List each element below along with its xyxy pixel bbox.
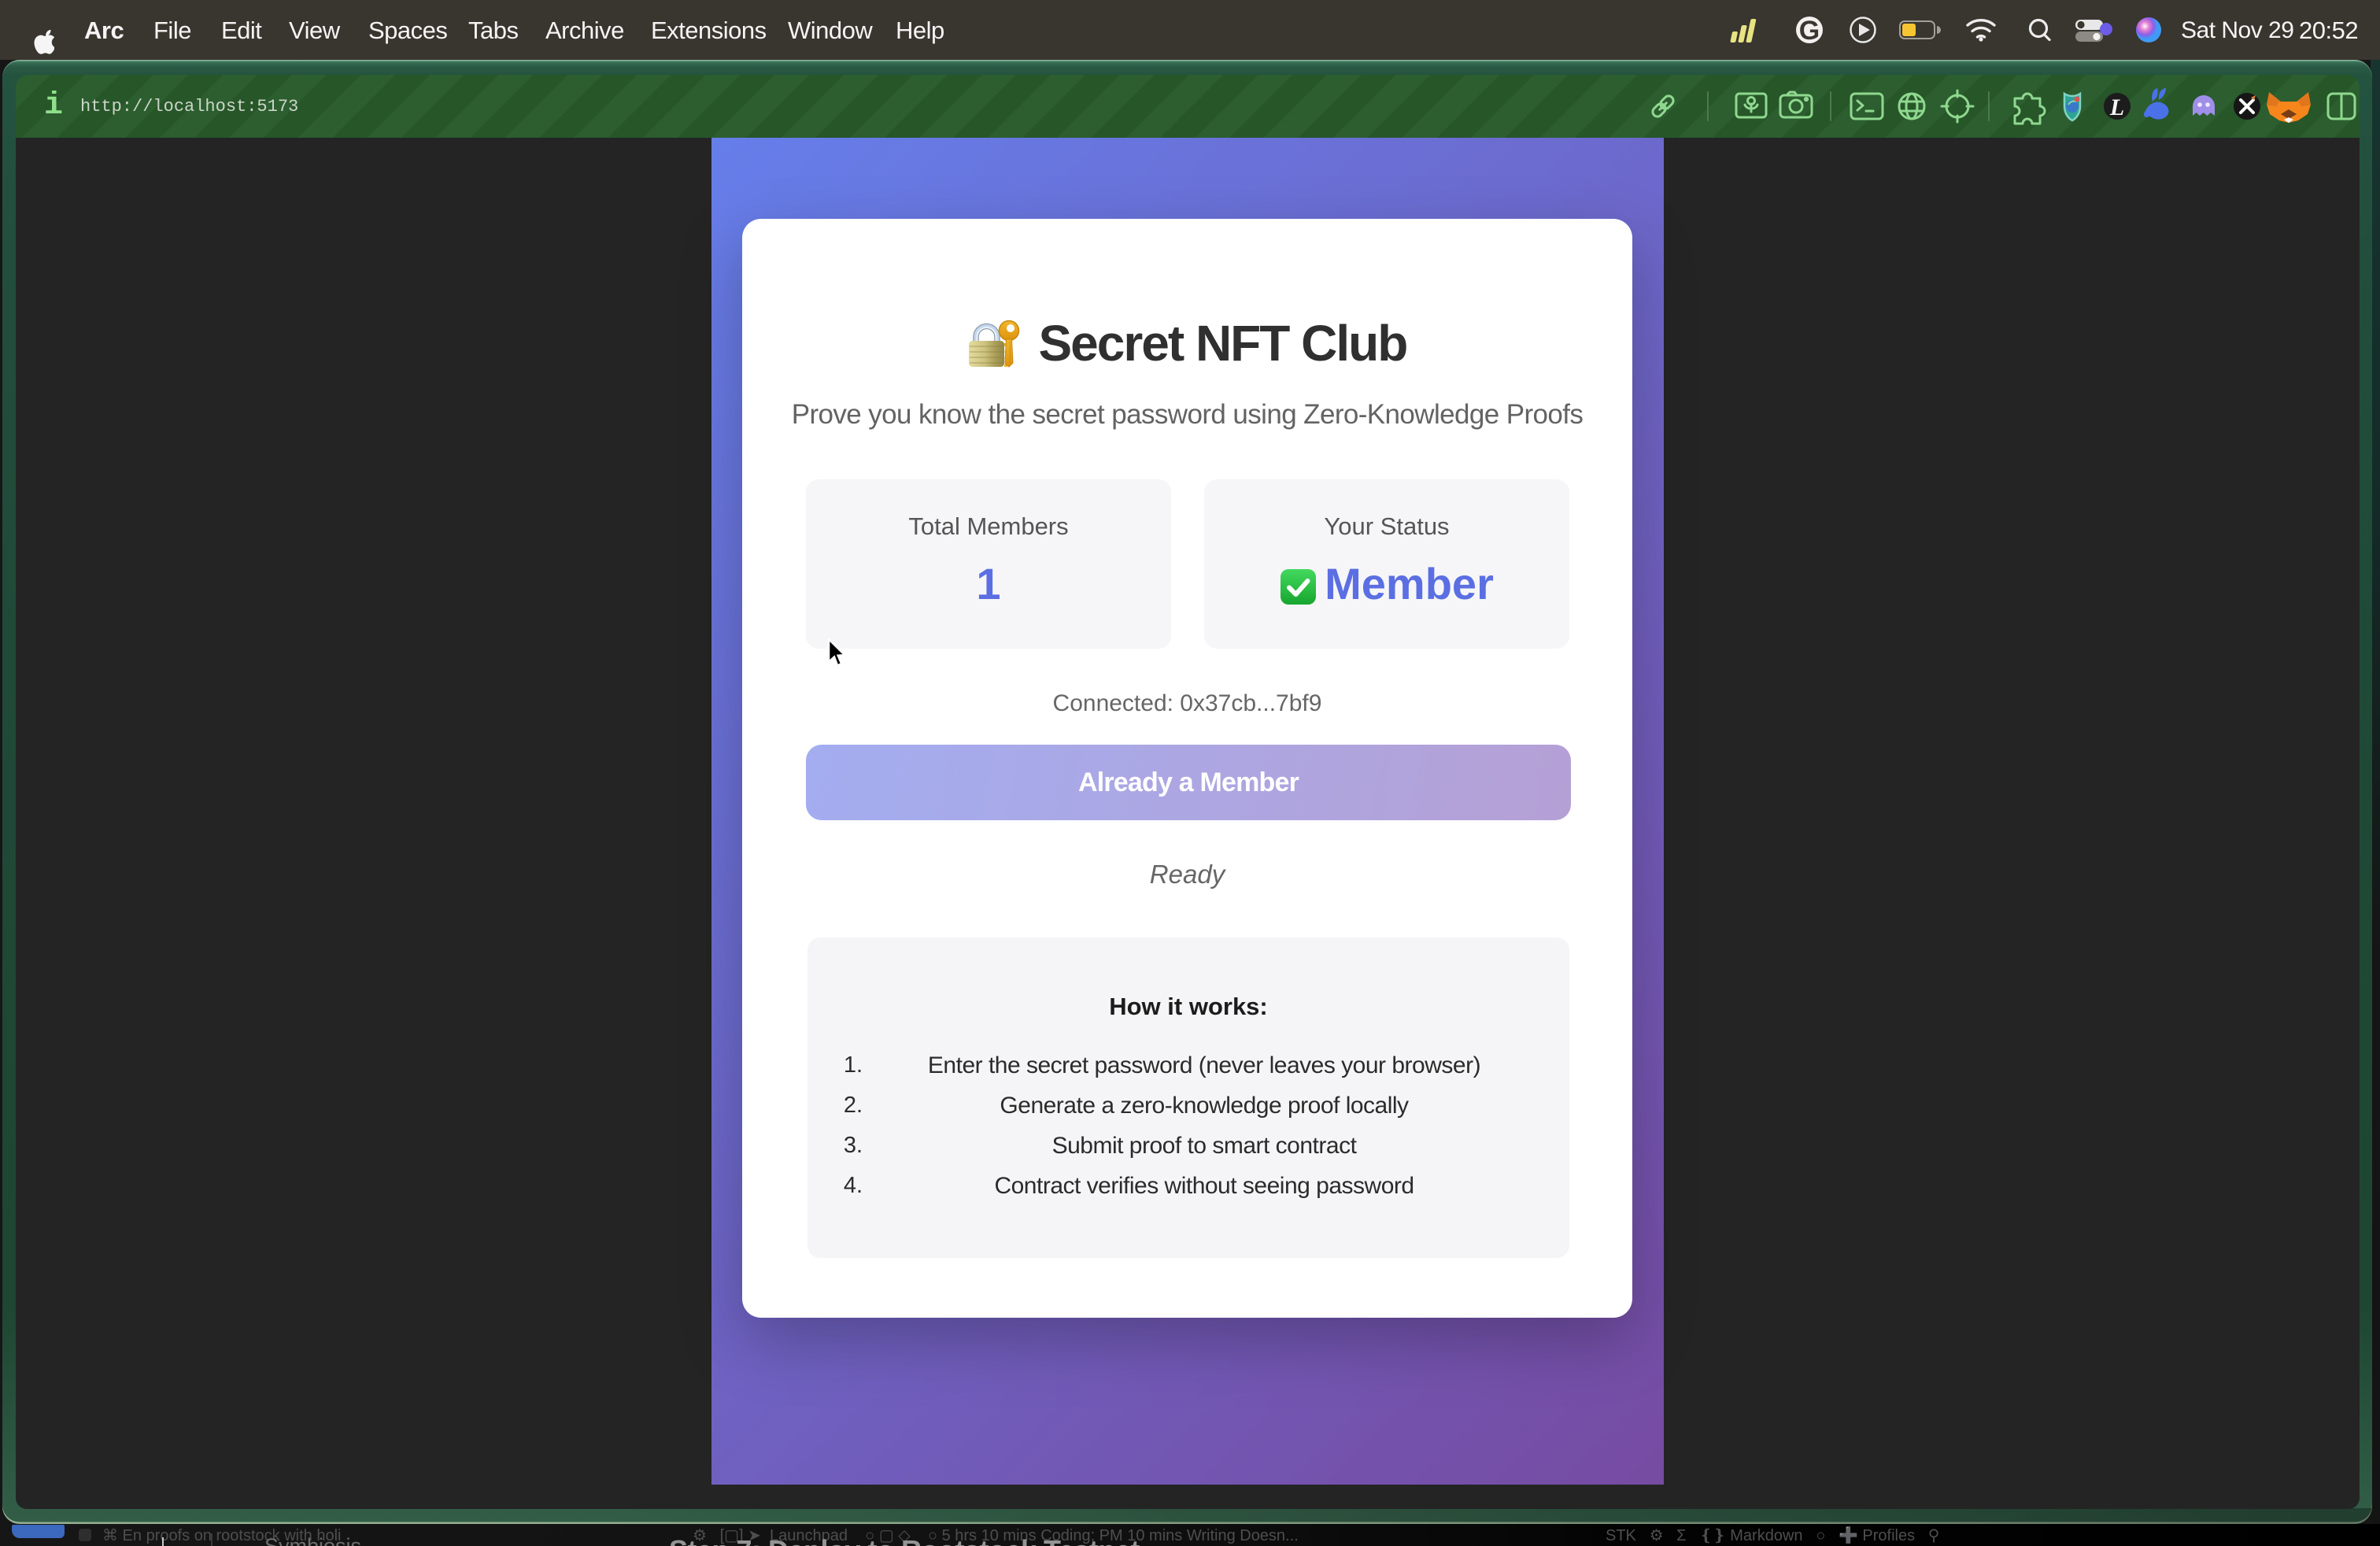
svg-text:G: G <box>1799 16 1820 46</box>
svg-text:L: L <box>2109 94 2124 120</box>
